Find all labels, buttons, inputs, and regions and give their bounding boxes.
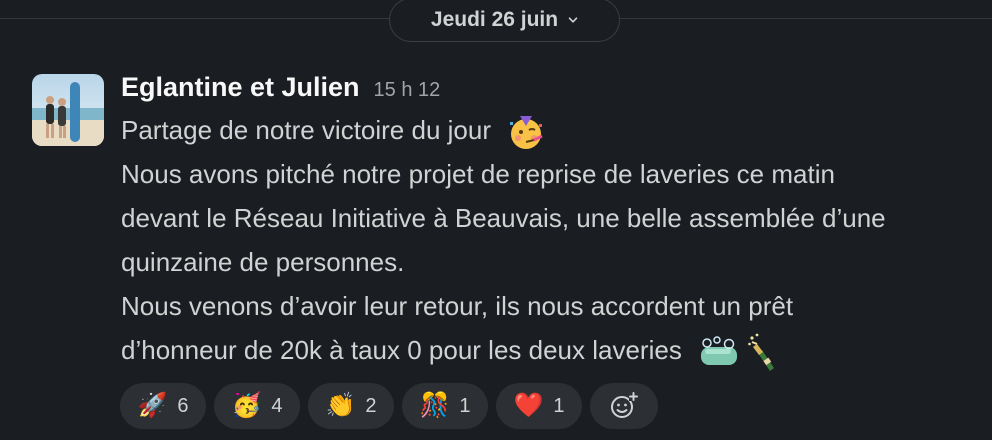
champagne-icon [748, 333, 775, 372]
message-line: d’honneur de 20k à taux 0 pour les deux … [121, 328, 981, 372]
reaction-partying-face[interactable]: 🥳 4 [214, 383, 300, 429]
confetti-ball-icon: 🎊 [419, 392, 450, 419]
timestamp[interactable]: 15 h 12 [374, 79, 441, 102]
reaction-count: 1 [459, 394, 471, 417]
red-heart-icon: ❤️ [513, 392, 544, 419]
author-name[interactable]: Eglantine et Julien [121, 72, 360, 103]
date-divider-button[interactable]: Jeudi 26 juin [389, 0, 620, 42]
message-header: Eglantine et Julien 15 h 12 [121, 72, 981, 108]
reaction-count: 6 [177, 394, 189, 417]
add-emoji-icon [611, 392, 638, 418]
clapping-hands-icon: 👏 [325, 392, 356, 419]
message-line: devant le Réseau Initiative à Beauvais, … [121, 196, 981, 240]
message-line-text: Nous avons pitché notre projet de repris… [121, 159, 835, 190]
reaction-count: 1 [553, 394, 565, 417]
chevron-down-icon [568, 17, 578, 23]
reactions-bar: 🚀 6 🥳 4 👏 2 🎊 1 ❤️ 1 [120, 383, 658, 429]
reaction-count: 4 [271, 394, 283, 417]
message-line-text: devant le Réseau Initiative à Beauvais, … [121, 203, 886, 234]
date-label: Jeudi 26 juin [430, 8, 559, 31]
avatar-beach-photo [32, 74, 104, 146]
reaction-rocket[interactable]: 🚀 6 [120, 383, 206, 429]
message-line-text: Nous venons d’avoir leur retour, ils nou… [121, 291, 794, 322]
reaction-clapping-hands[interactable]: 👏 2 [308, 383, 394, 429]
message-line-text: quinzaine de personnes. [121, 247, 405, 278]
reaction-count: 2 [365, 394, 377, 417]
partying-face-icon: 🥳 [231, 392, 262, 419]
message-line: Nous avons pitché notre projet de repris… [121, 152, 981, 196]
message-line: quinzaine de personnes. [121, 240, 981, 284]
reaction-red-heart[interactable]: ❤️ 1 [496, 383, 582, 429]
reaction-confetti-ball[interactable]: 🎊 1 [402, 383, 488, 429]
message-line: Partage de notre victoire du jour [121, 108, 981, 152]
message-line-text: Partage de notre victoire du jour [121, 115, 491, 145]
message: Eglantine et Julien 15 h 12 Partage de n… [121, 72, 981, 372]
soap-icon [701, 336, 738, 366]
rocket-icon: 🚀 [137, 392, 168, 419]
message-line-text: d’honneur de 20k à taux 0 pour les deux … [121, 335, 682, 366]
avatar[interactable] [32, 74, 104, 146]
partying-face-icon [510, 116, 543, 150]
add-reaction-button[interactable] [590, 383, 658, 429]
message-line: Nous venons d’avoir leur retour, ils nou… [121, 284, 981, 328]
